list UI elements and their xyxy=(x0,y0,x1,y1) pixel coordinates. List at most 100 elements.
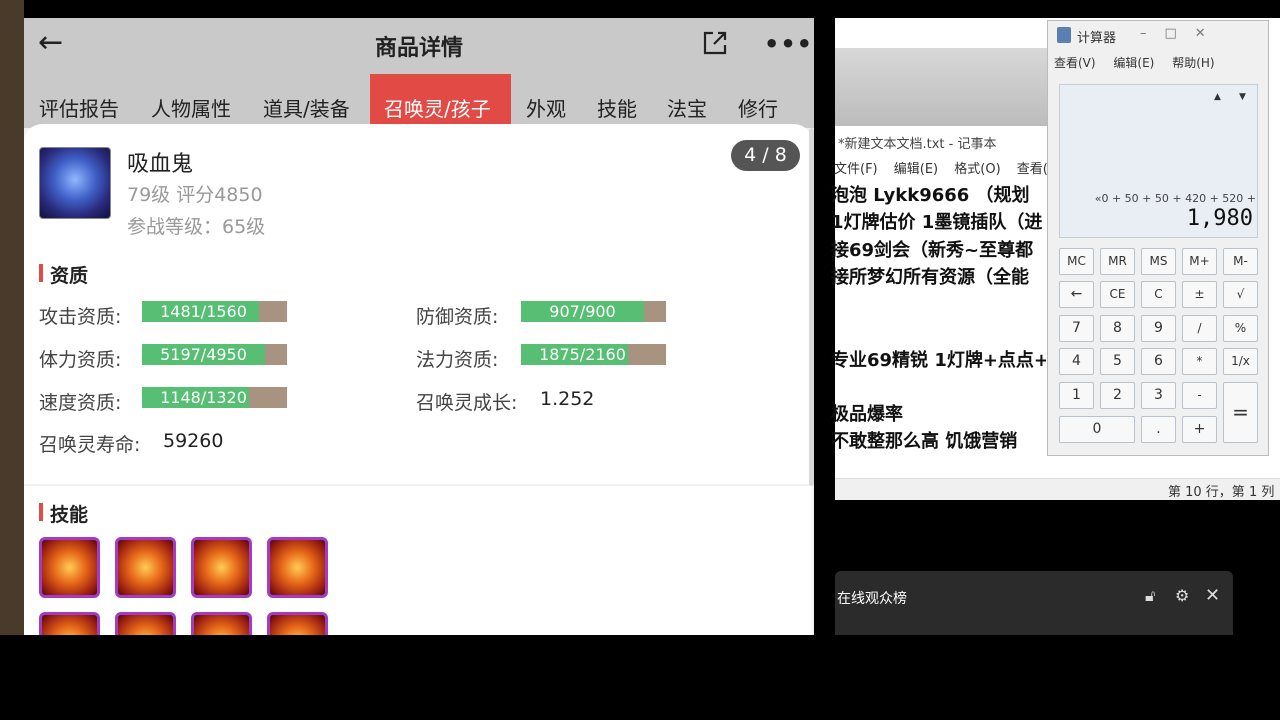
calc-key-equals[interactable]: = xyxy=(1223,382,1258,443)
skill-icon[interactable] xyxy=(191,537,252,598)
attack-aptitude-value: 1481/1560 xyxy=(160,302,247,321)
notepad-line[interactable]: 极品爆率 xyxy=(831,400,1046,426)
defense-aptitude-bar: 907/900 xyxy=(521,301,666,322)
aptitude-section-title: 资质 xyxy=(50,265,89,287)
skill-icon[interactable] xyxy=(191,612,252,635)
calc-key-0[interactable]: 0 xyxy=(1059,416,1135,443)
page-indicator-badge: 4 / 8 xyxy=(731,140,800,171)
calc-key-plus[interactable]: + xyxy=(1182,416,1217,443)
section-marker xyxy=(39,264,43,282)
calc-key-divide[interactable]: / xyxy=(1182,315,1217,342)
calc-key-mminus[interactable]: M- xyxy=(1223,248,1258,275)
notepad-menu-format[interactable]: 格式(O) xyxy=(954,162,1000,177)
tab-skills[interactable]: 技能 xyxy=(597,74,637,128)
pet-battle-level: 参战等级：65级 xyxy=(127,216,266,238)
share-icon[interactable] xyxy=(700,28,730,58)
calc-menu-view[interactable]: 查看(V) xyxy=(1054,56,1096,70)
skill-icon[interactable] xyxy=(267,537,328,598)
notepad-line[interactable]: 接所梦幻所有资源（全能 xyxy=(831,263,1046,289)
calc-key-reciprocal[interactable]: 1/x xyxy=(1223,348,1258,375)
pet-avatar xyxy=(39,147,111,219)
notepad-line[interactable]: 接69剑会（新秀~至尊都 xyxy=(831,236,1046,262)
tab-equipment[interactable]: 道具/装备 xyxy=(263,74,350,128)
scrollbar[interactable] xyxy=(809,128,814,486)
calc-key-ms[interactable]: MS xyxy=(1141,248,1176,275)
tab-cultivation[interactable]: 修行 xyxy=(738,74,778,128)
calc-key-multiply[interactable]: * xyxy=(1182,348,1217,375)
background-strip xyxy=(0,0,24,635)
attack-aptitude-bar: 1481/1560 xyxy=(142,301,287,322)
defense-aptitude-value: 907/900 xyxy=(549,302,616,321)
calc-key-mc[interactable]: MC xyxy=(1059,248,1094,275)
lifespan-label: 召唤灵寿命: xyxy=(39,434,141,456)
tab-treasure[interactable]: 法宝 xyxy=(667,74,707,128)
product-detail-app: ← 商品详情 ••• 评估报告 人物属性 道具/装备 召唤灵/孩子 外观 技能 … xyxy=(24,18,814,635)
more-icon[interactable]: ••• xyxy=(764,30,813,58)
calc-key-negate[interactable]: ± xyxy=(1182,281,1217,308)
calc-key-6[interactable]: 6 xyxy=(1141,348,1176,375)
scroll-down-icon[interactable]: ▼ xyxy=(1239,92,1246,102)
skill-icon[interactable] xyxy=(39,612,100,635)
calc-menu-help[interactable]: 帮助(H) xyxy=(1172,56,1214,70)
notepad-title: *新建文本文档.txt - 记事本 xyxy=(838,137,997,152)
speed-aptitude-bar: 1148/1320 xyxy=(142,387,287,408)
calc-key-c[interactable]: C xyxy=(1141,281,1176,308)
calc-key-4[interactable]: 4 xyxy=(1059,348,1094,375)
calc-key-sqrt[interactable]: √ xyxy=(1223,281,1258,308)
calc-key-percent[interactable]: % xyxy=(1223,315,1258,342)
background-photo xyxy=(835,48,1048,126)
pet-name: 吸血鬼 xyxy=(127,152,194,177)
calc-key-8[interactable]: 8 xyxy=(1100,315,1135,342)
notepad-menu-file[interactable]: 文件(F) xyxy=(834,162,878,177)
unlock-icon[interactable]: 🔓︎ xyxy=(1145,586,1155,606)
notepad-line[interactable]: 1灯牌估价 1墨镜插队（进 xyxy=(831,208,1046,234)
calc-key-7[interactable]: 7 xyxy=(1059,315,1094,342)
speed-aptitude-value: 1148/1320 xyxy=(160,388,247,407)
settings-icon[interactable]: ⚙ xyxy=(1175,586,1189,605)
calc-key-minus[interactable]: - xyxy=(1182,382,1217,409)
window-controls[interactable]: –□✕ xyxy=(1140,26,1224,41)
notepad-line[interactable]: 泡泡 Lykk9666 （规划 xyxy=(831,181,1046,207)
calculator-menu: 查看(V) 编辑(E) 帮助(H) xyxy=(1054,54,1229,71)
notepad-line[interactable]: 不敢整那么高 饥饿营销 xyxy=(831,427,1046,453)
skill-icon[interactable] xyxy=(115,612,176,635)
notepad-menu: 文件(F) 编辑(E) 格式(O) 查看(V) xyxy=(834,158,1062,177)
tab-character[interactable]: 人物属性 xyxy=(151,74,231,128)
skill-icon[interactable] xyxy=(39,537,100,598)
calc-key-mplus[interactable]: M+ xyxy=(1182,248,1217,275)
calc-key-1[interactable]: 1 xyxy=(1059,382,1094,409)
calc-key-5[interactable]: 5 xyxy=(1100,348,1135,375)
calc-key-backspace[interactable]: ← xyxy=(1059,281,1094,308)
tab-evaluation[interactable]: 评估报告 xyxy=(39,74,119,128)
calc-key-9[interactable]: 9 xyxy=(1141,315,1176,342)
skills-section-title: 技能 xyxy=(50,504,89,526)
calculator-result: 1,980 xyxy=(1186,206,1253,231)
calc-key-3[interactable]: 3 xyxy=(1141,382,1176,409)
close-icon[interactable]: ✕ xyxy=(1205,585,1220,606)
scroll-up-icon[interactable]: ▲ xyxy=(1214,92,1221,102)
notepad-menu-edit[interactable]: 编辑(E) xyxy=(894,162,938,177)
page-title: 商品详情 xyxy=(374,36,463,61)
calc-menu-edit[interactable]: 编辑(E) xyxy=(1113,56,1154,70)
tab-appearance[interactable]: 外观 xyxy=(526,74,566,128)
calc-key-ce[interactable]: CE xyxy=(1100,281,1135,308)
top-bar xyxy=(0,0,1280,18)
growth-label: 召唤灵成长: xyxy=(416,392,518,414)
notepad-line[interactable]: 专业69精锐 1灯牌+点点+ xyxy=(831,346,1046,372)
calculator-app-icon xyxy=(1057,27,1071,43)
calc-key-mr[interactable]: MR xyxy=(1100,248,1135,275)
calc-key-decimal[interactable]: . xyxy=(1141,416,1176,443)
skill-icon[interactable] xyxy=(115,537,176,598)
hp-aptitude-bar: 5197/4950 xyxy=(142,344,287,365)
section-marker xyxy=(39,503,43,521)
magic-aptitude-label: 法力资质: xyxy=(416,349,499,371)
defense-aptitude-label: 防御资质: xyxy=(416,306,499,328)
growth-value: 1.252 xyxy=(540,388,595,410)
speed-aptitude-label: 速度资质: xyxy=(39,392,122,414)
skill-icon[interactable] xyxy=(267,612,328,635)
lifespan-value: 59260 xyxy=(163,430,224,452)
tab-summon[interactable]: 召唤灵/孩子 xyxy=(370,74,511,128)
notepad-status-text: 第 10 行，第 1 列 xyxy=(1168,485,1275,500)
magic-aptitude-value: 1875/2160 xyxy=(539,345,626,364)
calc-key-2[interactable]: 2 xyxy=(1100,382,1135,409)
